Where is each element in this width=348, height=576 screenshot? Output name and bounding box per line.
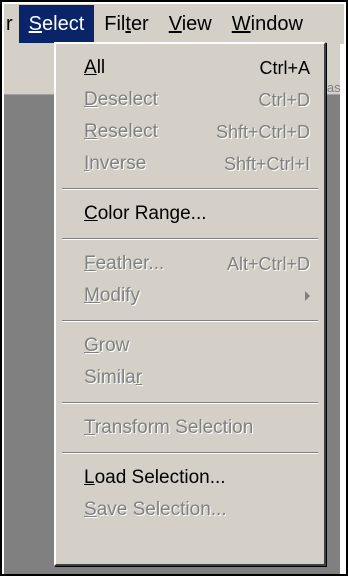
menu-separator <box>62 452 318 454</box>
menu-item-label: Load Selection... <box>84 467 226 488</box>
menu-item-label: Transform Selection <box>84 417 254 438</box>
menu-item-grow[interactable]: Grow <box>56 330 324 362</box>
menu-item-shortcut: Ctrl+D <box>258 90 310 110</box>
menu-item-label: All <box>84 57 106 78</box>
menu-item-transform-selection[interactable]: Transform Selection <box>56 412 324 444</box>
menu-separator <box>62 320 318 322</box>
submenu-arrow-icon <box>305 291 310 301</box>
menu-item-deselect[interactable]: Deselect Ctrl+D <box>56 84 324 116</box>
menu-item-label: Deselect <box>84 89 158 110</box>
menu-item-shortcut: Shft+Ctrl+I <box>223 154 310 174</box>
menu-separator <box>62 402 318 404</box>
menu-filter[interactable]: Filter <box>94 5 158 43</box>
screenshot-frame: las r Select Filter View Window All Ctrl… <box>0 0 348 576</box>
menu-item-inverse[interactable]: Inverse Shft+Ctrl+I <box>56 148 324 180</box>
menu-view[interactable]: View <box>159 5 222 43</box>
menu-item-label: Grow <box>84 335 130 356</box>
menu-item-load-selection[interactable]: Load Selection... <box>56 462 324 494</box>
menubar: r Select Filter View Window <box>4 4 344 44</box>
menu-previous-partial[interactable]: r <box>4 5 19 43</box>
menu-item-feather[interactable]: Feather... Alt+Ctrl+D <box>56 248 324 280</box>
menu-item-all[interactable]: All Ctrl+A <box>56 52 324 84</box>
menu-item-shortcut: Alt+Ctrl+D <box>226 254 310 274</box>
menu-separator <box>62 238 318 240</box>
menu-item-label: Inverse <box>84 153 147 174</box>
menu-item-shortcut: Shft+Ctrl+D <box>215 122 310 142</box>
menu-item-save-selection[interactable]: Save Selection... <box>56 494 324 526</box>
menu-item-reselect[interactable]: Reselect Shft+Ctrl+D <box>56 116 324 148</box>
menu-window[interactable]: Window <box>222 5 313 43</box>
menu-item-label: Feather... <box>84 253 165 274</box>
menu-select[interactable]: Select <box>18 5 95 43</box>
menu-item-modify[interactable]: Modify <box>56 280 324 312</box>
menu-item-label: Save Selection... <box>84 499 227 520</box>
menu-item-label: Modify <box>84 285 140 306</box>
menu-item-label: Reselect <box>84 121 158 142</box>
menu-item-color-range[interactable]: Color Range... <box>56 198 324 230</box>
select-dropdown-menu: All Ctrl+A Deselect Ctrl+D Reselect Shft… <box>54 42 326 566</box>
menu-item-label: Similar <box>84 367 143 388</box>
menu-item-similar[interactable]: Similar <box>56 362 324 394</box>
menu-separator <box>62 188 318 190</box>
toolbar-partial-text: las <box>324 80 341 95</box>
menu-item-shortcut: Ctrl+A <box>259 58 310 78</box>
menu-item-label: Color Range... <box>84 203 207 224</box>
